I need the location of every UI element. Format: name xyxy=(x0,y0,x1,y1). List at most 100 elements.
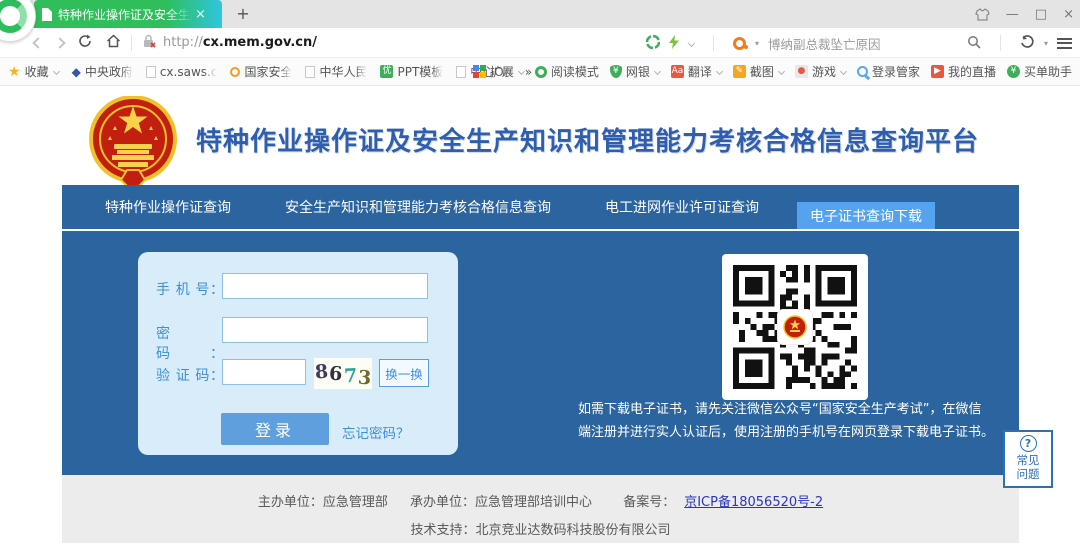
active-browser-tab[interactable]: 特种作业操作证及安全生产知识 × xyxy=(34,0,222,28)
login-card: 手 机 号： 密 码： 验 证 码： 8673 换一换 登录 忘记密码？ xyxy=(138,252,458,455)
gamepad-icon: ● xyxy=(795,65,808,78)
bookmarks-bar: ★ 收藏 ◆中央政府 cx.saws.c 国家安全 中华人民 优PPT模板 中心… xyxy=(0,58,1080,86)
page-doc-icon xyxy=(42,8,52,21)
forward-icon[interactable] xyxy=(56,35,64,51)
reader-circle-icon xyxy=(535,66,547,78)
page-icon xyxy=(305,66,315,78)
maximize-button[interactable]: □ xyxy=(1035,8,1047,21)
captcha-image[interactable]: 8673 xyxy=(314,358,372,389)
phone-input[interactable] xyxy=(222,273,428,299)
menu-icon[interactable] xyxy=(1057,38,1072,49)
host-unit-text: 主办单位：应急管理部 xyxy=(258,495,388,510)
captcha-label: 验 证 码： xyxy=(156,365,224,385)
bookmark-item[interactable]: 优PPT模板 xyxy=(380,63,443,80)
tab-safety-knowledge-query[interactable]: 安全生产知识和管理能力考核合格信息查询 xyxy=(285,185,551,229)
captcha-refresh-button[interactable]: 换一换 xyxy=(379,359,429,387)
translate-button[interactable]: Aa翻译 xyxy=(671,63,722,80)
login-keeper-button[interactable]: 登录管家 xyxy=(857,63,920,80)
captcha-input[interactable] xyxy=(222,359,306,385)
bookmark-item[interactable]: cx.saws.c xyxy=(146,65,218,79)
password-label: 密 码： xyxy=(156,323,224,363)
extensions-grid-icon xyxy=(473,65,486,78)
reload-icon[interactable] xyxy=(78,34,92,52)
chevron-down-icon xyxy=(53,68,60,75)
speed-lightning-icon[interactable] xyxy=(669,34,679,53)
live-tv-icon: ▶ xyxy=(931,65,944,78)
translate-aa-icon: Aa xyxy=(671,65,684,78)
faq-label-line2: 问题 xyxy=(1005,467,1051,481)
url-text[interactable]: http://cx.mem.gov.cn/ xyxy=(163,35,317,50)
minimize-button[interactable]: — xyxy=(1006,8,1019,21)
browser-logo-swirl-icon xyxy=(0,0,27,33)
screenshot-button[interactable]: ✎截图 xyxy=(733,63,784,80)
my-live-button[interactable]: ▶我的直播 xyxy=(931,63,996,80)
tab-close-icon[interactable]: × xyxy=(195,8,206,21)
login-button[interactable]: 登录 xyxy=(221,413,329,445)
login-keeper-icon xyxy=(857,66,868,77)
bookmark-item[interactable]: 国家安全 xyxy=(230,63,292,80)
pay-helper-icon: ¥ xyxy=(1007,65,1020,78)
skin-icon[interactable] xyxy=(975,8,990,21)
divider xyxy=(713,35,714,51)
qr-instruction-line1: 如需下载电子证书，请先关注微信公众号“国家安全生产考试”，在微信 xyxy=(578,403,1030,416)
org-unit-text: 承办单位：应急管理部培训中心 xyxy=(410,495,592,510)
question-mark-icon: ? xyxy=(1020,435,1037,452)
divider xyxy=(131,35,132,51)
password-input[interactable] xyxy=(222,317,428,343)
bank-button[interactable]: ¥网银 xyxy=(610,63,660,80)
tab-separator-line xyxy=(62,229,1019,231)
faq-label-line1: 常见 xyxy=(1005,453,1051,467)
page-title: 特种作业操作证及安全生产知识和管理能力考核合格信息查询平台 xyxy=(196,121,979,158)
home-icon[interactable] xyxy=(106,34,121,52)
reader-mode-button[interactable]: 阅读模式 xyxy=(535,63,599,80)
adblock-wheel-icon[interactable] xyxy=(646,34,660,53)
window-controls: — □ × xyxy=(975,0,1074,28)
forgot-password-link[interactable]: 忘记密码？ xyxy=(342,422,410,442)
bookmark-item[interactable]: 中华人民 xyxy=(305,63,367,80)
star-icon: ★ xyxy=(8,65,21,79)
tab-ecert-download[interactable]: 电子证书查询下载 xyxy=(797,202,935,229)
icp-record: 备案号：京ICP备18056520号-2 xyxy=(614,495,823,510)
site-header: 特种作业操作证及安全生产知识和管理能力考核合格信息查询平台 xyxy=(0,86,1080,185)
chevron-down-icon[interactable] xyxy=(688,39,695,46)
back-icon[interactable] xyxy=(34,35,42,51)
undo-recent-icon[interactable] xyxy=(1020,34,1035,53)
search-engine-icon[interactable] xyxy=(733,37,746,50)
qr-instruction-line2: 端注册并进行实人认证后，使用注册的手机号在网页登录下载电子证书。 xyxy=(578,426,1030,439)
address-bar: http://cx.mem.gov.cn/ ▾ 博纳副总裁坠亡原因 ▾ xyxy=(0,28,1080,58)
search-icon[interactable] xyxy=(967,34,981,53)
browser-window: 特种作业操作证及安全生产知识 × + — □ × http://cx.mem.g… xyxy=(0,0,1080,558)
browser-tab-strip: 特种作业操作证及安全生产知识 × + — □ × xyxy=(0,0,1080,28)
phone-label: 手 机 号： xyxy=(156,279,224,299)
icp-link[interactable]: 京ICP备18056520号-2 xyxy=(684,495,823,510)
search-engine-caret-icon[interactable]: ▾ xyxy=(755,39,759,48)
games-button[interactable]: ●游戏 xyxy=(795,63,846,80)
search-suggestion-text[interactable]: 博纳副总裁坠亡原因 xyxy=(768,34,958,53)
extensions-button[interactable]: 扩展 xyxy=(473,63,524,80)
favorites-button[interactable]: ★ 收藏 xyxy=(8,63,59,80)
screenshot-icon: ✎ xyxy=(733,65,746,78)
browser-tab-title: 特种作业操作证及安全生产知识 xyxy=(58,6,193,23)
toolbar-extensions-area: 扩展 阅读模式 ¥网银 Aa翻译 ✎截图 ●游戏 登录管家 ▶我的直播 ¥买单助… xyxy=(462,58,1072,85)
national-emblem xyxy=(88,96,178,192)
faq-button[interactable]: ? 常见 问题 xyxy=(1003,430,1053,488)
bookmark-item[interactable]: ◆中央政府 xyxy=(72,63,133,80)
tab-special-operation-query[interactable]: 特种作业操作证查询 xyxy=(105,185,231,229)
footer-line1: 主办单位：应急管理部 承办单位：应急管理部培训中心 备案号：京ICP备18056… xyxy=(62,491,1019,510)
bank-shield-icon: ¥ xyxy=(610,65,622,78)
page-icon xyxy=(146,66,156,78)
orange-ring-icon xyxy=(230,67,240,77)
you-badge-icon: 优 xyxy=(380,65,393,78)
gov-diamond-icon: ◆ xyxy=(72,66,81,78)
new-tab-button[interactable]: + xyxy=(232,4,254,24)
qr-emblem-badge xyxy=(778,310,812,344)
insecure-lock-icon[interactable] xyxy=(142,33,156,52)
qr-code xyxy=(722,254,868,400)
pay-helper-button[interactable]: ¥买单助手 xyxy=(1007,63,1072,80)
chevron-down-icon[interactable]: ▾ xyxy=(1044,39,1048,48)
divider xyxy=(1000,35,1001,51)
address-bar-right: ▾ 博纳副总裁坠亡原因 ▾ xyxy=(646,28,1072,58)
site-footer: 主办单位：应急管理部 承办单位：应急管理部培训中心 备案号：京ICP备18056… xyxy=(62,475,1019,543)
tab-electrician-permit-query[interactable]: 电工进网作业许可证查询 xyxy=(605,185,759,229)
close-button[interactable]: × xyxy=(1063,8,1074,21)
